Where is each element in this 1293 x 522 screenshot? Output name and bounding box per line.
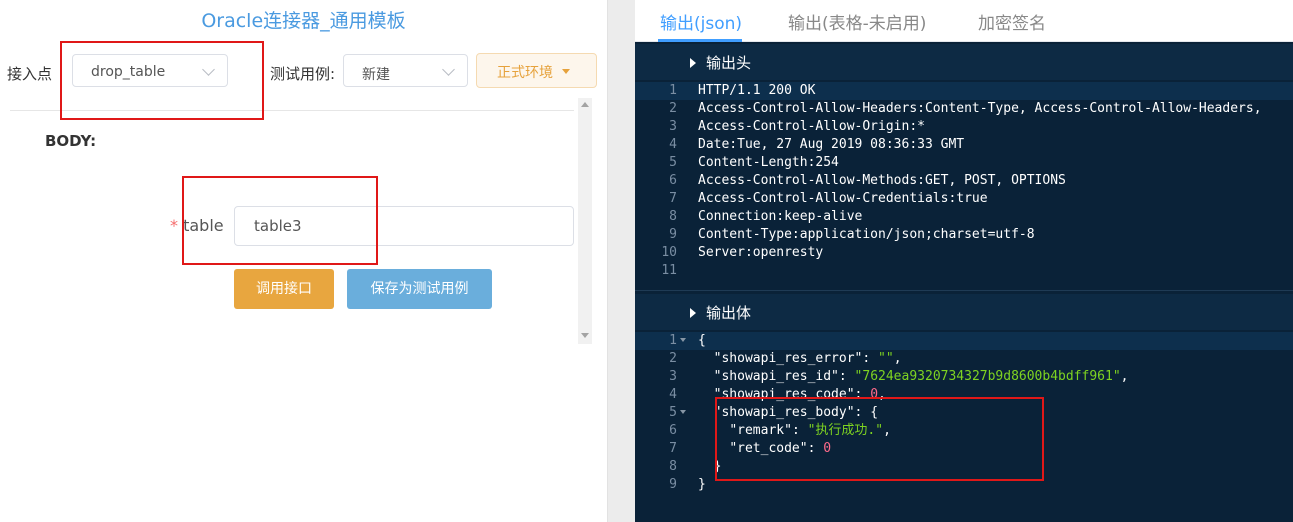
code-line-text: Access-Control-Allow-Headers:Content-Typ…	[698, 101, 1262, 116]
line-number: 1	[669, 83, 677, 98]
code-line: 6 Access-Control-Allow-Methods:GET, POST,…	[635, 172, 1293, 190]
code-line: 4 Date:Tue, 27 Aug 2019 08:36:33 GMT	[635, 136, 1293, 154]
tab-output-table[interactable]: 输出(表格-未启用)	[788, 9, 926, 34]
section-divider	[635, 290, 1293, 291]
line-number: 3	[669, 119, 677, 134]
line-number: 4	[669, 137, 677, 152]
fold-arrow-icon[interactable]	[680, 410, 686, 414]
pane-splitter[interactable]	[607, 0, 635, 522]
line-number: 8	[669, 459, 677, 474]
tab-signature[interactable]: 加密签名	[978, 9, 1046, 34]
line-number: 6	[669, 423, 677, 438]
expand-triangle-icon	[690, 308, 696, 318]
code-line: 2 "showapi_res_error": "",	[635, 350, 1293, 368]
expand-triangle-icon	[690, 58, 696, 68]
code-line-text: "showapi_res_error": "",	[713, 351, 902, 366]
code-line-text: Connection:keep-alive	[698, 209, 863, 224]
code-line: 7 Access-Control-Allow-Credentials:true	[635, 190, 1293, 208]
code-line-text: }	[698, 477, 706, 492]
line-number: 2	[669, 101, 677, 116]
body-section-header[interactable]: 输出体	[635, 294, 1293, 330]
code-line-text: Content-Type:application/json;charset=ut…	[698, 227, 1035, 242]
headers-section-title: 输出头	[706, 54, 752, 72]
line-number: 9	[669, 477, 677, 492]
code-line-text: Access-Control-Allow-Credentials:true	[698, 191, 988, 206]
scroll-down-arrow-icon[interactable]	[581, 333, 589, 338]
line-number: 5	[669, 155, 677, 170]
scroll-up-arrow-icon[interactable]	[581, 102, 589, 107]
line-number: 1	[669, 333, 677, 348]
save-testcase-button[interactable]: 保存为测试用例	[347, 269, 492, 309]
line-number: 2	[669, 351, 677, 366]
required-mark: *	[170, 216, 178, 235]
code-line: 10 Server:openresty	[635, 244, 1293, 262]
body-section-label: BODY:	[45, 132, 97, 150]
code-line: 11	[635, 262, 1293, 280]
line-number: 10	[661, 245, 677, 260]
code-line: 8 Connection:keep-alive	[635, 208, 1293, 226]
line-number: 7	[669, 441, 677, 456]
code-line: 1{	[635, 332, 1293, 350]
line-number: 6	[669, 173, 677, 188]
code-line: 3 "showapi_res_id": "7624ea9320734327b9d…	[635, 368, 1293, 386]
headers-section-header[interactable]: 输出头	[635, 44, 1293, 80]
line-number: 3	[669, 369, 677, 384]
code-line-text: Access-Control-Allow-Origin:*	[698, 119, 925, 134]
line-number: 8	[669, 209, 677, 224]
code-line-text: Content-Length:254	[698, 155, 839, 170]
code-line-text: Date:Tue, 27 Aug 2019 08:36:33 GMT	[698, 137, 965, 152]
code-line: 2 Access-Control-Allow-Headers:Content-Ty…	[635, 100, 1293, 118]
highlight-box-endpoint	[60, 41, 264, 120]
testcase-label: 测试用例:	[270, 65, 336, 83]
endpoint-label: 接入点	[7, 65, 53, 83]
form-scrollbar[interactable]	[578, 98, 592, 344]
testcase-select[interactable]: 新建	[343, 54, 468, 87]
active-tab-indicator	[658, 39, 742, 42]
line-number: 4	[669, 387, 677, 402]
line-number: 5	[669, 405, 677, 420]
call-api-button[interactable]: 调用接口	[234, 269, 334, 309]
code-line-text: "showapi_res_id": "7624ea9320734327b9d86…	[713, 369, 1129, 384]
environment-button-label: 正式环境	[497, 65, 553, 81]
code-line: 3 Access-Control-Allow-Origin:*	[635, 118, 1293, 136]
code-line-text: HTTP/1.1 200 OK	[698, 83, 816, 98]
code-line: 9 Content-Type:application/json;charset=u…	[635, 226, 1293, 244]
right-pane: 输出(json) 输出(表格-未启用) 加密签名 输出头 1 HTTP/1.1 2…	[635, 0, 1293, 522]
body-section-title: 输出体	[706, 304, 752, 322]
testcase-select-value: 新建	[362, 67, 390, 83]
caret-down-icon	[562, 69, 570, 74]
fold-arrow-icon[interactable]	[680, 338, 686, 342]
tab-output-json[interactable]: 输出(json)	[660, 9, 742, 34]
line-number: 11	[661, 263, 677, 278]
code-line-text: {	[698, 333, 706, 348]
code-line: 1 HTTP/1.1 200 OK	[635, 82, 1293, 100]
code-line-text: Access-Control-Allow-Methods:GET, POST, …	[698, 173, 1066, 188]
environment-button[interactable]: 正式环境	[476, 53, 597, 88]
highlight-box-table	[182, 176, 378, 265]
code-line: 5 Content-Length:254	[635, 154, 1293, 172]
line-number: 9	[669, 227, 677, 242]
highlight-box-response-body	[715, 397, 1044, 481]
code-line-text: Server:openresty	[698, 245, 824, 260]
chevron-down-icon	[442, 63, 455, 76]
output-tabs: 输出(json) 输出(表格-未启用) 加密签名	[635, 0, 1293, 42]
page-title: Oracle连接器_通用模板	[201, 10, 406, 32]
line-number: 7	[669, 191, 677, 206]
headers-code-view: 1 HTTP/1.1 200 OK 2 Access-Control-Allow-He…	[635, 82, 1293, 280]
left-pane: Oracle连接器_通用模板 接入点 drop_table 测试用例: 新建 正…	[0, 0, 607, 522]
